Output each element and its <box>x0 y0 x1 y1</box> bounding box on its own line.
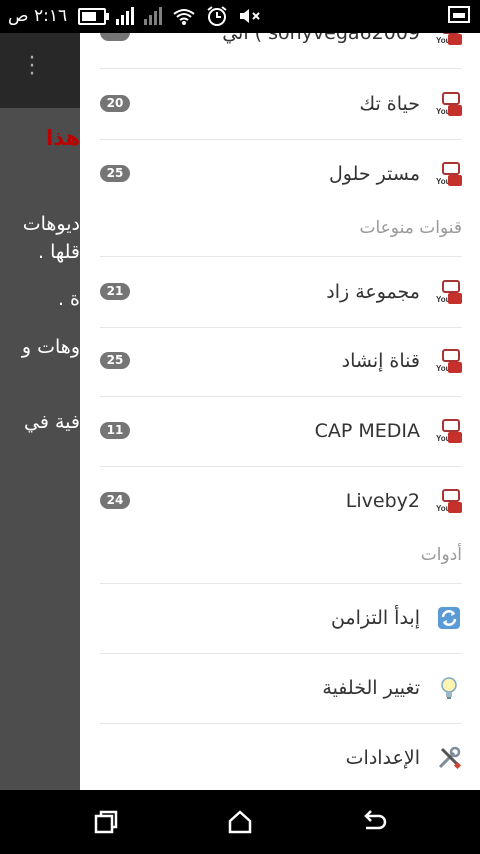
signal-icon <box>144 7 162 25</box>
drawer-item-label: مستر حلول <box>328 163 420 185</box>
recent-apps-icon[interactable] <box>92 808 120 836</box>
youtube-icon: You <box>436 349 462 373</box>
section-header-tools: أدوات <box>100 533 462 584</box>
count-badge: 24 <box>100 492 130 509</box>
drawer-item-label: الإعدادات <box>345 747 420 769</box>
count-badge: 21 <box>100 283 130 300</box>
settings-tools-icon <box>438 746 462 770</box>
background-line: فية في <box>24 411 80 433</box>
drawer-item[interactable]: You CAP MEDIA 11 <box>100 396 462 467</box>
background-line: ة . <box>57 288 80 310</box>
drawer-item[interactable]: You قناة إنشاد 25 <box>100 326 462 397</box>
background-app-bar: · · · <box>0 33 80 108</box>
settings-item[interactable]: الإعدادات <box>100 723 462 790</box>
drawer-item-label: Liveby2 <box>345 490 420 512</box>
drawer-item[interactable]: You مستر حلول 25 <box>100 139 462 209</box>
navigation-drawer: You sonyvega62009 ) اتي You حياة تك 20 Y… <box>80 33 480 790</box>
drawer-item-label: مجموعة زاد <box>326 281 420 303</box>
drawer-item[interactable]: You حياة تك 20 <box>100 69 462 140</box>
drawer-item[interactable]: You مجموعة زاد 21 <box>100 257 462 328</box>
back-icon[interactable] <box>360 808 388 836</box>
background-line: وهات و <box>21 336 80 358</box>
section-title: أدوات <box>420 545 462 565</box>
system-navigation-bar <box>0 790 480 854</box>
wifi-icon <box>173 9 195 25</box>
count-badge: 25 <box>100 352 130 369</box>
drawer-item-label: تغيير الخلفية <box>322 677 420 699</box>
count-badge: 20 <box>100 95 130 112</box>
count-badge <box>100 33 130 41</box>
home-icon[interactable] <box>226 808 254 836</box>
clock: ٢:١٦ ص <box>8 6 68 26</box>
background-line: قلها . <box>38 241 80 263</box>
drawer-item-label: sonyvega62009 ) اتي <box>222 33 420 44</box>
youtube-icon: You <box>436 280 462 304</box>
overflow-menu-icon: · · · <box>28 46 36 87</box>
status-icons <box>78 5 262 27</box>
alarm-icon <box>207 6 227 26</box>
mute-icon <box>240 9 260 23</box>
change-background-item[interactable]: تغيير الخلفية <box>100 653 462 724</box>
youtube-icon: You <box>436 489 462 513</box>
section-header-misc: قنوات منوعات <box>100 206 462 257</box>
sync-icon <box>438 607 460 629</box>
background-title: هذا <box>46 126 80 150</box>
status-bar: ٢:١٦ ص <box>0 0 480 33</box>
drawer-item-label: إبدأ التزامن <box>330 607 420 629</box>
background-app: · · · هذا ديوهات قلها . ة . وهات و فية في <box>0 33 80 790</box>
signal-icon <box>116 7 134 25</box>
drawer-item-label: قناة إنشاد <box>341 350 420 372</box>
youtube-icon: You <box>436 162 462 186</box>
section-title: قنوات منوعات <box>359 218 462 238</box>
youtube-icon: You <box>436 419 462 443</box>
image-icon <box>448 6 470 23</box>
battery-icon <box>78 7 109 25</box>
sync-item[interactable]: إبدأ التزامن <box>100 583 462 654</box>
background-line: ديوهات <box>22 213 80 235</box>
youtube-icon: You <box>436 92 462 116</box>
drawer-item-label: حياة تك <box>359 93 420 115</box>
youtube-icon: You <box>436 33 462 45</box>
count-badge: 25 <box>100 165 130 182</box>
lightbulb-icon <box>441 677 457 699</box>
drawer-item[interactable]: You Liveby2 24 <box>100 466 462 536</box>
count-badge: 11 <box>100 422 130 439</box>
drawer-item[interactable]: You sonyvega62009 ) اتي <box>100 33 462 69</box>
drawer-item-label: CAP MEDIA <box>314 420 420 442</box>
